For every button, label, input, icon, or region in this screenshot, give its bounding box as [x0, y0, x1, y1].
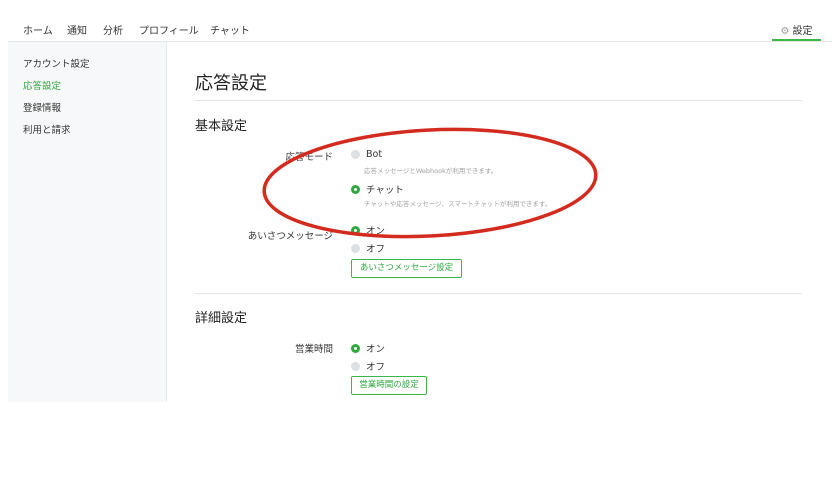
red-highlight-ellipse	[262, 127, 598, 239]
highlight-annotation	[262, 127, 598, 239]
